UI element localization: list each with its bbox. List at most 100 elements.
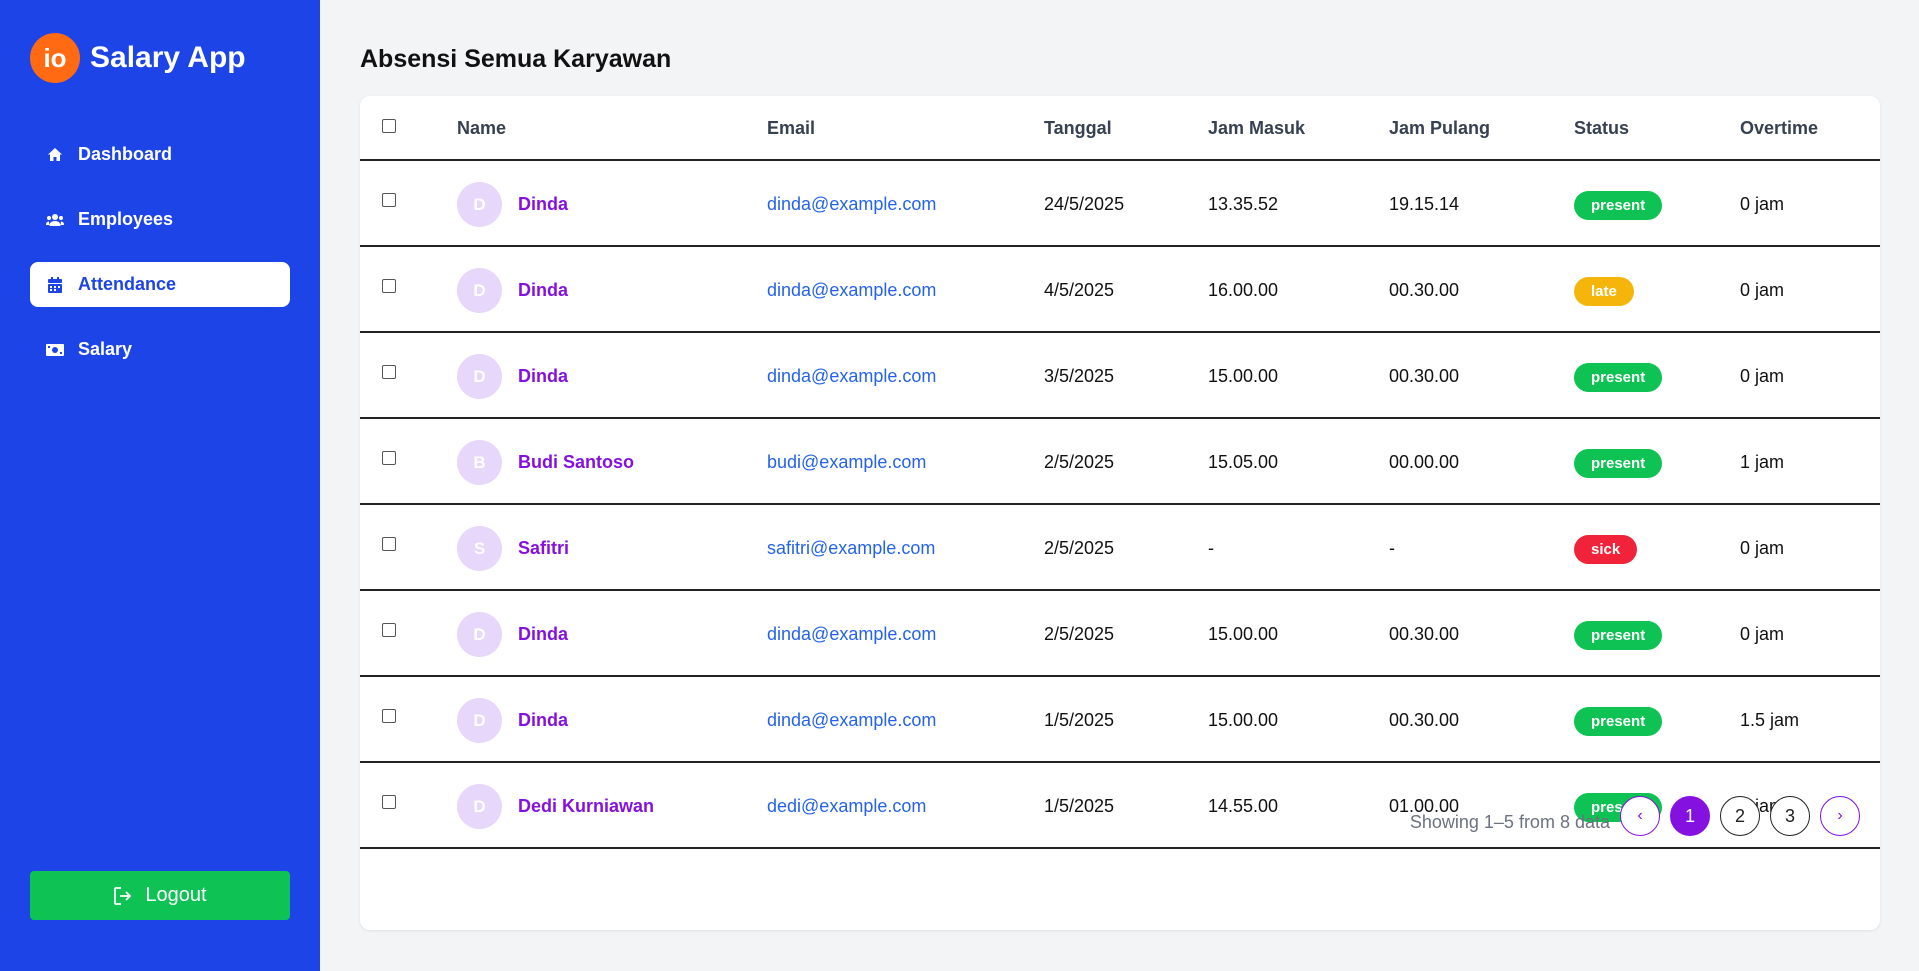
page-title: Absensi Semua Karyawan	[360, 45, 672, 73]
pagination-summary: Showing 1–5 from 8 data	[1409, 812, 1610, 832]
employee-email[interactable]: dinda@example.com	[767, 280, 936, 301]
avatar: B	[457, 440, 502, 485]
users-icon	[46, 211, 64, 229]
check-out-time: 19.15.14	[1389, 194, 1460, 214]
row-checkbox[interactable]	[382, 623, 396, 637]
employee-name[interactable]: Dinda	[518, 366, 568, 387]
employee-cell: D Dinda	[457, 268, 568, 313]
check-out-time: -	[1389, 538, 1395, 558]
overtime-value: 0 jam	[1740, 366, 1785, 386]
row-checkbox[interactable]	[382, 365, 396, 379]
employee-cell: D Dinda	[457, 182, 568, 227]
sidebar-item-label: Attendance	[78, 274, 177, 294]
employee-email[interactable]: dinda@example.com	[767, 194, 936, 215]
sidebar-item-dashboard[interactable]: Dashboard	[30, 132, 290, 177]
header-email[interactable]: Email	[767, 118, 815, 139]
overtime-value: 0 jam	[1740, 624, 1785, 644]
employee-cell: D Dinda	[457, 612, 568, 657]
employee-name[interactable]: Dinda	[518, 624, 568, 645]
header-tanggal[interactable]: Tanggal	[1044, 118, 1112, 139]
money-icon	[46, 341, 64, 359]
row-checkbox[interactable]	[382, 451, 396, 465]
avatar: D	[457, 354, 502, 399]
avatar: D	[457, 268, 502, 313]
pagination: ‹ 1 2 3 ›	[1610, 796, 1860, 836]
overtime-value: 0 jam	[1740, 538, 1785, 558]
employee-name[interactable]: Dinda	[518, 194, 568, 215]
attendance-date: 2/5/2025	[1044, 624, 1115, 644]
header-jam-pulang[interactable]: Jam Pulang	[1389, 118, 1490, 139]
employee-name[interactable]: Budi Santoso	[518, 452, 634, 473]
page-button-2[interactable]: 2	[1720, 796, 1760, 836]
sidebar-nav: Dashboard Employees Attendance Salary	[30, 132, 290, 392]
check-out-time: 00.00.00	[1389, 452, 1460, 472]
employee-email[interactable]: budi@example.com	[767, 452, 926, 473]
status-badge: present	[1574, 191, 1663, 220]
row-checkbox[interactable]	[382, 193, 396, 207]
prev-page-button[interactable]: ‹	[1620, 796, 1660, 836]
overtime-value: 0 jam	[1740, 194, 1785, 214]
check-in-time: -	[1208, 538, 1214, 558]
row-checkbox[interactable]	[382, 709, 396, 723]
sidebar-item-employees[interactable]: Employees	[30, 197, 290, 242]
employee-email[interactable]: safitri@example.com	[767, 538, 935, 559]
table-row: D Dinda dinda@example.com 4/5/2025 16.00…	[360, 247, 1880, 333]
header-jam-masuk[interactable]: Jam Masuk	[1208, 118, 1305, 139]
next-page-button[interactable]: ›	[1820, 796, 1860, 836]
avatar: S	[457, 526, 502, 571]
sidebar-item-label: Salary	[78, 339, 133, 359]
attendance-table-card: Name Email Tanggal Jam Masuk Jam Pulang …	[360, 96, 1880, 930]
brand[interactable]: io Salary App	[30, 33, 246, 83]
sidebar-item-attendance[interactable]: Attendance	[30, 262, 290, 307]
status-badge: present	[1574, 621, 1663, 650]
logout-button[interactable]: Logout	[30, 871, 290, 920]
check-out-time: 00.30.00	[1389, 366, 1460, 386]
calendar-icon	[46, 276, 64, 294]
table-row: S Safitri safitri@example.com 2/5/2025 -…	[360, 505, 1880, 591]
employee-name[interactable]: Dinda	[518, 710, 568, 731]
row-checkbox[interactable]	[382, 537, 396, 551]
employee-name[interactable]: Dinda	[518, 280, 568, 301]
employee-email[interactable]: dinda@example.com	[767, 366, 936, 387]
status-badge: present	[1574, 449, 1663, 478]
select-all-checkbox[interactable]	[382, 119, 396, 133]
header-name[interactable]: Name	[457, 118, 506, 139]
table-row: D Dinda dinda@example.com 1/5/2025 15.00…	[360, 677, 1880, 763]
app-logo: io	[30, 33, 80, 83]
row-checkbox[interactable]	[382, 279, 396, 293]
table-row: B Budi Santoso budi@example.com 2/5/2025…	[360, 419, 1880, 505]
attendance-date: 3/5/2025	[1044, 366, 1115, 386]
employee-name[interactable]: Safitri	[518, 538, 569, 559]
page-button-1[interactable]: 1	[1670, 796, 1710, 836]
table-header: Name Email Tanggal Jam Masuk Jam Pulang …	[360, 96, 1880, 161]
status-badge: sick	[1574, 535, 1638, 564]
employee-cell: S Safitri	[457, 526, 569, 571]
check-in-time: 13.35.52	[1208, 194, 1279, 214]
overtime-value: 1 jam	[1740, 452, 1785, 472]
attendance-date: 1/5/2025	[1044, 710, 1115, 730]
avatar: D	[457, 182, 502, 227]
avatar: D	[457, 698, 502, 743]
table-row: D Dinda dinda@example.com 2/5/2025 15.00…	[360, 591, 1880, 677]
attendance-date: 4/5/2025	[1044, 280, 1115, 300]
header-status[interactable]: Status	[1574, 118, 1629, 139]
check-in-time: 15.05.00	[1208, 452, 1279, 472]
header-overtime[interactable]: Overtime	[1740, 118, 1818, 139]
employee-email[interactable]: dinda@example.com	[767, 710, 936, 731]
employee-cell: D Dinda	[457, 698, 568, 743]
check-out-time: 00.30.00	[1389, 710, 1460, 730]
check-in-time: 15.00.00	[1208, 624, 1279, 644]
table-row: D Dinda dinda@example.com 3/5/2025 15.00…	[360, 333, 1880, 419]
page-button-3[interactable]: 3	[1770, 796, 1810, 836]
check-out-time: 00.30.00	[1389, 624, 1460, 644]
check-out-time: 00.30.00	[1389, 280, 1460, 300]
status-badge: present	[1574, 363, 1663, 392]
sidebar-item-salary[interactable]: Salary	[30, 327, 290, 372]
employee-email[interactable]: dinda@example.com	[767, 624, 936, 645]
overtime-value: 1.5 jam	[1740, 710, 1800, 730]
check-in-time: 15.00.00	[1208, 710, 1279, 730]
sidebar-item-label: Employees	[78, 209, 174, 229]
attendance-date: 24/5/2025	[1044, 194, 1125, 214]
sidebar: io Salary App Dashboard Employees Attend…	[0, 0, 320, 971]
overtime-value: 0 jam	[1740, 280, 1785, 300]
